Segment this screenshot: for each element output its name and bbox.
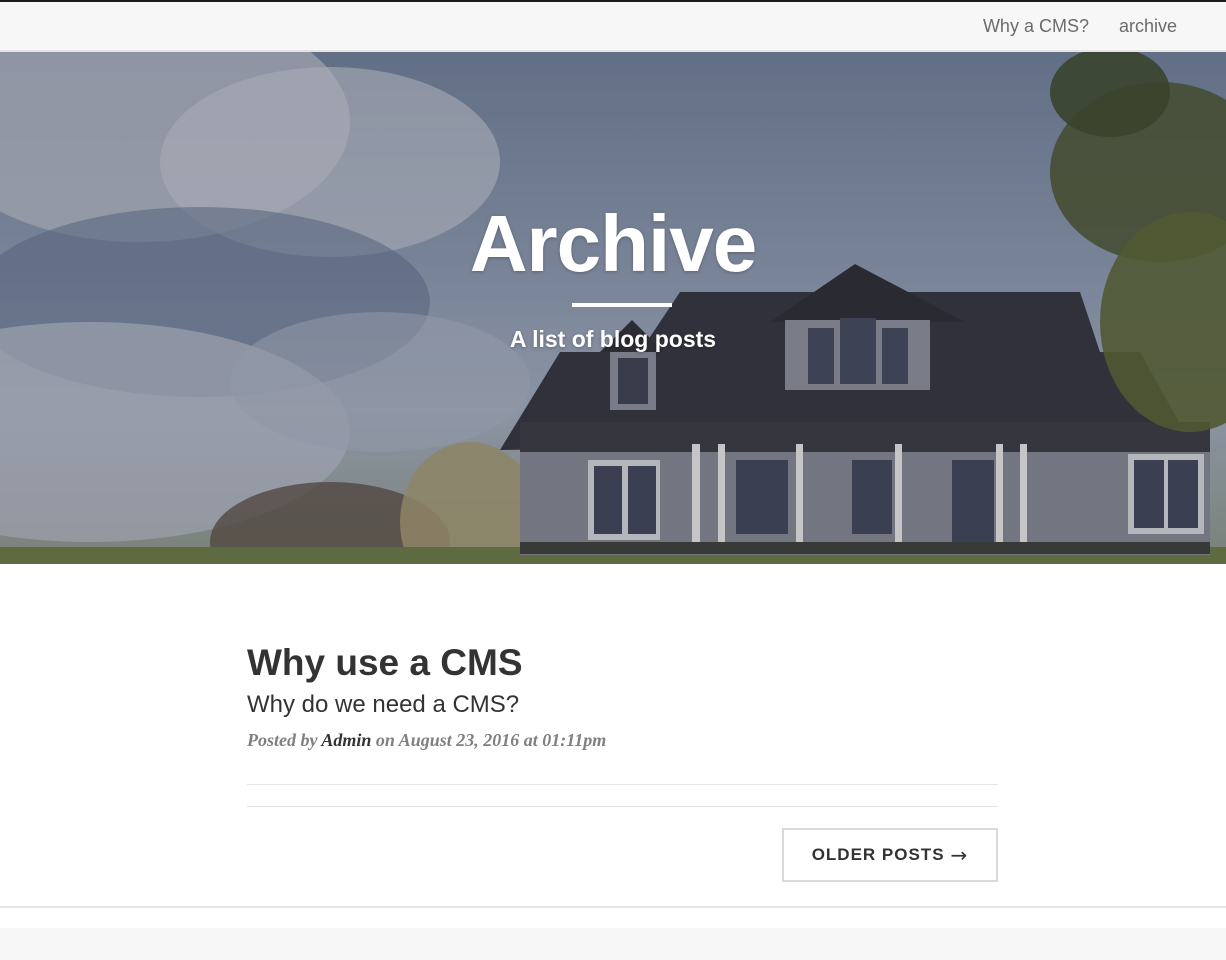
older-posts-label: OLDER POSTS	[811, 845, 945, 864]
footer	[0, 928, 1226, 960]
hero-overlay	[0, 52, 1226, 564]
post-title-link[interactable]: Why use a CMS	[247, 642, 523, 684]
older-posts-button[interactable]: OLDER POSTS →	[782, 828, 998, 882]
post-author-link[interactable]: Admin	[321, 730, 371, 750]
right-arrow-icon: →	[950, 843, 969, 867]
divider	[247, 806, 998, 807]
post-meta: Posted by Admin on August 23, 2016 at 01…	[247, 730, 606, 751]
footer-divider	[0, 906, 1226, 908]
page-title: Archive	[469, 199, 757, 288]
navbar: Why a CMS? archive	[0, 2, 1226, 52]
post-subtitle: Why do we need a CMS?	[247, 691, 520, 718]
post-meta-prefix: Posted by	[247, 730, 322, 750]
nav-link-archive[interactable]: archive	[1119, 16, 1177, 37]
nav-links: Why a CMS? archive	[983, 2, 1177, 50]
divider	[247, 784, 998, 785]
page-subtitle: A list of blog posts	[509, 326, 717, 352]
post-meta-date: on August 23, 2016 at 01:11pm	[371, 730, 607, 750]
hero-header: Archive A list of blog posts	[0, 52, 1226, 564]
nav-link-why-a-cms[interactable]: Why a CMS?	[983, 16, 1089, 37]
title-divider	[572, 303, 672, 307]
